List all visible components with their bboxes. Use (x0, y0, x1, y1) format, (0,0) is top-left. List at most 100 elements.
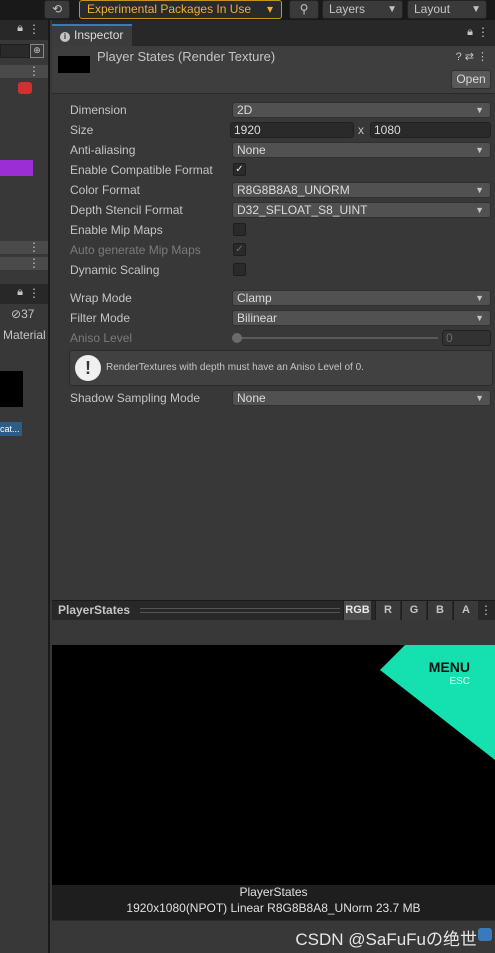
channel-b-button[interactable]: B (427, 601, 452, 620)
render-texture-thumbnail (58, 56, 90, 73)
kebab-menu-icon[interactable]: ⋮ (28, 22, 40, 36)
menu-text: MENU (428, 659, 470, 675)
wrap-mode-label: Wrap Mode (70, 291, 132, 305)
count-badge: 37 (21, 307, 35, 321)
layers-dropdown[interactable]: Layers ▼ (322, 0, 403, 19)
left-panel: 🔒︎ ⋮ ⊕ ⋮ ⋮ ⋮ 🔒︎ ⋮ ⊘37 Material cat... (0, 20, 50, 953)
chevron-down-icon: ▼ (475, 105, 484, 115)
kebab-menu-icon[interactable]: ⋮ (28, 256, 40, 270)
shadow-sampling-mode-dropdown[interactable]: None ▼ (232, 390, 491, 406)
preview-caption-name: PlayerStates (239, 885, 308, 899)
aniso-help-box: ! RenderTextures with depth must have an… (69, 350, 493, 386)
chevron-down-icon: ▼ (471, 4, 481, 15)
layout-dropdown[interactable]: Layout ▼ (407, 0, 487, 19)
size-label: Size (70, 123, 94, 137)
aniso-level-slider-track (235, 337, 438, 339)
shadow-sampling-mode-value: None (237, 391, 266, 405)
wrap-mode-dropdown[interactable]: Clamp ▼ (232, 290, 491, 306)
enable-mip-maps-checkbox[interactable] (233, 223, 246, 236)
tab-inspector-label: Inspector (74, 28, 124, 42)
info-icon: i (60, 32, 70, 42)
asset-header: Player States (Render Texture) ?⇄⋮ Open (52, 46, 495, 94)
anti-aliasing-value: None (237, 143, 266, 157)
kebab-menu-icon[interactable]: ⋮ (28, 240, 40, 254)
channel-r-button[interactable]: R (375, 601, 400, 620)
filter-mode-dropdown[interactable]: Bilinear ▼ (232, 310, 491, 326)
depth-stencil-format-dropdown[interactable]: D32_SFLOAT_S8_UINT ▼ (232, 202, 491, 218)
kebab-menu-icon[interactable]: ⋮ (477, 25, 489, 39)
left-panel-row[interactable]: ⋮ (0, 240, 48, 254)
filter-mode-value: Bilinear (237, 311, 278, 325)
search-icon[interactable]: ⚲ (289, 0, 319, 19)
bottom-area: CSDN @SaFuFuの绝世 (52, 920, 495, 953)
material-thumbnail[interactable] (0, 371, 23, 407)
preview-spacer (52, 620, 495, 645)
history-icon[interactable]: ⟲ (44, 0, 70, 19)
depth-stencil-format-label: Depth Stencil Format (70, 203, 183, 217)
experimental-packages-button[interactable]: Experimental Packages In Use ▾ (79, 0, 282, 19)
kebab-menu-icon[interactable]: ⋮ (477, 51, 491, 63)
dimension-value: 2D (237, 103, 253, 117)
enable-compatible-format-checkbox[interactable]: ✓ (233, 163, 246, 176)
dynamic-scaling-label: Dynamic Scaling (70, 263, 160, 277)
chevron-down-icon: ▼ (475, 205, 484, 215)
lock-icon[interactable]: 🔒︎ (17, 286, 23, 299)
lock-icon[interactable]: 🔒︎ (17, 22, 23, 35)
dimension-dropdown[interactable]: 2D ▼ (232, 102, 491, 118)
left-panel-row[interactable]: ⋮ (0, 64, 48, 78)
eye-slash-icon: ⊘ (11, 307, 22, 321)
selected-asset-label[interactable]: cat... (0, 422, 22, 436)
chevron-down-icon: ▾ (266, 2, 273, 16)
preview-caption-info: 1920x1080(NPOT) Linear R8G8B8A8_UNorm 23… (126, 901, 421, 915)
warning-info-icon: ! (75, 355, 101, 381)
chevron-down-icon: ▼ (475, 145, 484, 155)
preview-title: PlayerStates (58, 603, 131, 617)
chevron-down-icon: ▼ (475, 313, 484, 323)
filter-mode-label: Filter Mode (70, 311, 131, 325)
tab-inspector[interactable]: i Inspector (52, 24, 132, 46)
aniso-level-slider-thumb (232, 333, 242, 343)
chevron-down-icon: ▼ (475, 393, 484, 403)
asset-header-icons: ?⇄⋮ (456, 50, 491, 63)
color-format-dropdown[interactable]: R8G8B8A8_UNORM ▼ (232, 182, 491, 198)
asset-title: Player States (Render Texture) (97, 49, 276, 64)
search-field[interactable] (0, 44, 30, 58)
render-texture-preview: MENU ESC (52, 645, 495, 895)
left-panel-header-2: 🔒︎ ⋮ (0, 284, 48, 304)
enable-compatible-format-label: Enable Compatible Format (70, 163, 213, 177)
inspector-panel: i Inspector 🔒︎ ⋮ Player States (Render Te… (52, 20, 495, 600)
component-icon (18, 82, 32, 94)
lock-icon[interactable]: 🔒︎ (467, 26, 473, 39)
shadow-sampling-mode-label: Shadow Sampling Mode (70, 391, 201, 405)
esc-text: ESC (449, 676, 470, 687)
aniso-help-text: RenderTextures with depth must have an A… (106, 362, 364, 373)
preview-caption: PlayerStates 1920x1080(NPOT) Linear R8G8… (52, 885, 495, 920)
enable-mip-maps-label: Enable Mip Maps (70, 223, 163, 237)
open-button[interactable]: Open (451, 70, 491, 89)
size-width-input[interactable]: 1920 (230, 122, 354, 138)
anti-aliasing-label: Anti-aliasing (70, 143, 136, 157)
preset-icon[interactable]: ⇄ (465, 51, 477, 63)
kebab-menu-icon[interactable]: ⋮ (28, 64, 40, 78)
size-x-label: x (358, 123, 364, 137)
dynamic-scaling-checkbox[interactable] (233, 263, 246, 276)
aniso-level-label: Aniso Level (70, 331, 133, 345)
channel-rgb-button[interactable]: RGB (343, 601, 371, 620)
anti-aliasing-dropdown[interactable]: None ▼ (232, 142, 491, 158)
visibility-count[interactable]: ⊘37 (11, 307, 34, 321)
auto-generate-mip-maps-label: Auto generate Mip Maps (70, 243, 201, 257)
left-panel-row[interactable]: ⋮ (0, 256, 48, 270)
help-icon[interactable]: ? (456, 51, 465, 63)
channel-a-button[interactable]: A (453, 601, 478, 620)
channel-g-button[interactable]: G (401, 601, 426, 620)
left-panel-header: 🔒︎ ⋮ (0, 20, 48, 40)
watermark-text: CSDN @SaFuFuの绝世 (295, 930, 477, 949)
chevron-down-icon: ▼ (475, 185, 484, 195)
chevron-down-icon: ▼ (387, 4, 397, 15)
search-options-icon[interactable]: ⊕ (30, 44, 44, 58)
drag-handle[interactable] (140, 608, 340, 613)
kebab-menu-icon[interactable]: ⋮ (480, 603, 492, 617)
aniso-level-input: 0 (442, 330, 491, 346)
size-height-input[interactable]: 1080 (370, 122, 491, 138)
kebab-menu-icon[interactable]: ⋮ (28, 286, 40, 300)
